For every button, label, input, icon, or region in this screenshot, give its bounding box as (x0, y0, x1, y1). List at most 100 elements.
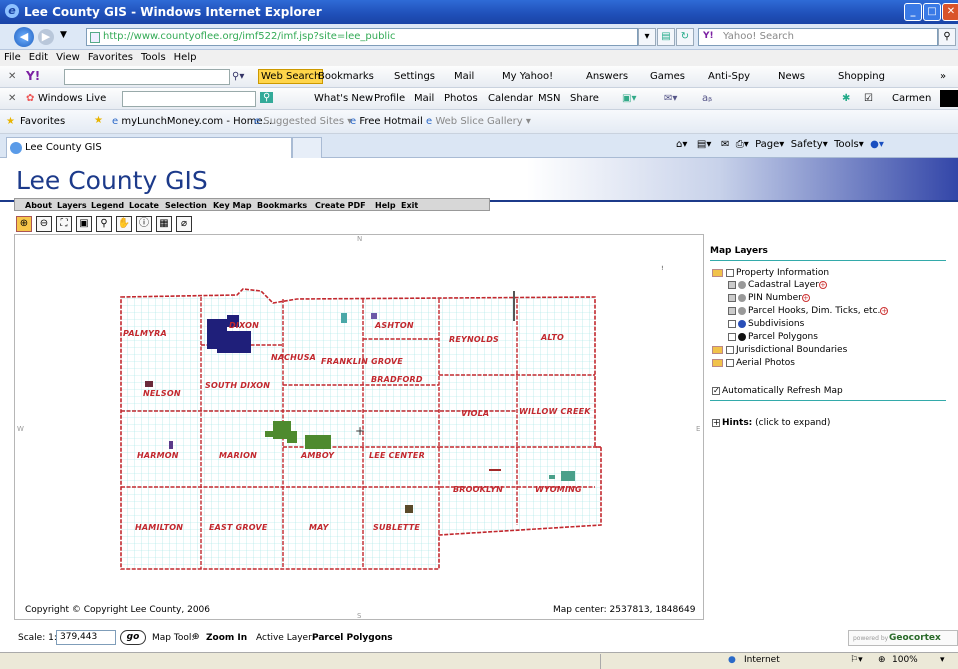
check-icon[interactable]: ☑ (864, 93, 873, 104)
menu-favorites[interactable]: Favorites (84, 50, 137, 63)
url-input[interactable]: http://www.countyoflee.org/imf522/imf.js… (86, 28, 638, 46)
home-icon[interactable]: ⌂▾ (676, 139, 687, 150)
map-canvas[interactable]: + ꜝ (15, 235, 705, 621)
clear-icon[interactable]: ⌀ (176, 216, 192, 232)
history-dropdown-icon[interactable]: ▼ (60, 30, 67, 40)
geocortex-logo[interactable]: powered by Geocortex (848, 630, 958, 646)
layer-subdivisions[interactable]: Subdivisions (728, 319, 804, 329)
hints-toggle[interactable]: + Hints: (click to expand) (712, 418, 830, 428)
favorites-button[interactable]: Favorites (20, 116, 65, 127)
favorite-mylunchmoney[interactable]: e myLunchMoney.com - Home... (112, 116, 272, 127)
layer-checkbox[interactable] (728, 332, 736, 341)
forward-button[interactable]: ▶ (38, 29, 54, 45)
search-icon[interactable]: ⚲ (938, 28, 956, 46)
live-search-input[interactable] (122, 91, 256, 107)
gis-menu-help[interactable]: Help (375, 201, 396, 210)
my-yahoo-button[interactable]: My Yahoo! (502, 71, 553, 82)
add-icon[interactable]: + (818, 280, 827, 289)
tab-lee-county-gis[interactable]: Lee County GIS (6, 137, 292, 158)
translate-icon[interactable]: aᵦ (702, 93, 712, 104)
news-button[interactable]: News (778, 71, 805, 82)
close-button[interactable]: ✕ (942, 3, 958, 21)
layer-checkbox[interactable] (728, 293, 736, 302)
layer-group-jurisdictional-boundaries[interactable]: Jurisdictional Boundaries (712, 345, 847, 355)
checkbox-checked-icon[interactable]: ✓ (712, 386, 720, 395)
layer-group-aerial-photos[interactable]: Aerial Photos (712, 358, 795, 368)
layer-pin-number[interactable]: PIN Number+ (728, 293, 810, 303)
favorite-free-hotmail[interactable]: e Free Hotmail (350, 116, 423, 127)
pan-icon[interactable]: ✋ (116, 216, 132, 232)
layer-checkbox[interactable] (728, 319, 736, 328)
yahoo-logo-icon[interactable]: Y! (26, 69, 40, 83)
info-icon[interactable] (738, 332, 746, 341)
menu-view[interactable]: View (52, 50, 84, 63)
gis-menu-create-pdf[interactable]: Create PDF (315, 201, 366, 210)
auto-refresh-checkbox[interactable]: ✓ Automatically Refresh Map (712, 386, 843, 396)
chevron-right-icon[interactable]: » (940, 71, 946, 82)
add-icon[interactable]: + (880, 306, 889, 315)
live-link-profile[interactable]: Profile (374, 93, 405, 104)
live-link-whats-new[interactable]: What's New (314, 93, 373, 104)
url-dropdown-icon[interactable]: ▾ (638, 28, 656, 46)
layer-parcel-hooks[interactable]: Parcel Hooks, Dim. Ticks, etc.+ (728, 306, 889, 316)
zoom-out-icon[interactable]: ⊖ (36, 216, 52, 232)
shopping-button[interactable]: Shopping (838, 71, 885, 82)
yahoo-search-input[interactable]: Y! Yahoo! Search (698, 28, 938, 46)
layer-checkbox[interactable] (726, 268, 734, 277)
info-icon[interactable] (738, 306, 746, 315)
bookmarks-button[interactable]: Bookmarks (318, 71, 374, 82)
layer-checkbox[interactable] (726, 345, 734, 354)
live-link-share[interactable]: Share (570, 93, 599, 104)
user-name[interactable]: Carmen (892, 93, 931, 104)
answers-button[interactable]: Answers (586, 71, 628, 82)
zoom-level[interactable]: 100% (892, 655, 918, 665)
refresh-icon[interactable]: ↻ (676, 28, 694, 46)
info-icon[interactable] (738, 319, 746, 328)
compatibility-icon[interactable]: ▤ (657, 28, 675, 46)
gis-menu-key-map[interactable]: Key Map (213, 201, 252, 210)
live-link-mail[interactable]: Mail (414, 93, 434, 104)
menu-tools[interactable]: Tools (137, 50, 170, 63)
close-toolbar-icon[interactable]: ✕ (8, 71, 16, 82)
gis-menu-exit[interactable]: Exit (401, 201, 418, 210)
favorite-suggested-sites[interactable]: e Suggested Sites ▾ (254, 116, 352, 127)
full-extent-icon[interactable]: ⛶ (56, 216, 72, 232)
expand-icon[interactable]: + (712, 418, 720, 427)
live-link-calendar[interactable]: Calendar (488, 93, 533, 104)
layer-parcel-polygons[interactable]: Parcel Polygons (728, 332, 818, 342)
search-icon[interactable]: ⚲ (260, 92, 274, 103)
zoom-in-icon[interactable]: ⊕ (16, 216, 32, 232)
anti-spy-button[interactable]: Anti-Spy (708, 71, 750, 82)
gis-menu-layers[interactable]: Layers (57, 201, 87, 210)
maximize-button[interactable]: □ (923, 3, 941, 21)
scale-input[interactable]: 379,443 (56, 630, 116, 645)
menu-help[interactable]: Help (170, 50, 201, 63)
layer-group-property-information[interactable]: Property Information (712, 268, 829, 278)
info-icon[interactable] (738, 293, 746, 302)
zoom-active-icon[interactable]: ▣ (76, 216, 92, 232)
gis-menu-selection[interactable]: Selection (165, 201, 207, 210)
favorite-web-slice-gallery[interactable]: e Web Slice Gallery ▾ (426, 116, 531, 127)
help-icon[interactable]: ●▾ (870, 139, 884, 150)
gis-menu-legend[interactable]: Legend (91, 201, 124, 210)
layer-checkbox[interactable] (728, 306, 736, 315)
mail-icon[interactable]: ✉▾ (664, 93, 677, 104)
messenger-icon[interactable]: ✱ (842, 93, 850, 104)
avatar[interactable] (940, 90, 958, 107)
tools-menu[interactable]: Tools (834, 139, 859, 150)
windows-live-label[interactable]: Windows Live (38, 93, 106, 104)
safety-menu[interactable]: Safety (791, 139, 823, 150)
games-button[interactable]: Games (650, 71, 685, 82)
print-icon[interactable]: ⎙▾ (736, 139, 749, 150)
settings-button[interactable]: Settings (394, 71, 435, 82)
zoom-previous-icon[interactable]: ⚲ (96, 216, 112, 232)
menu-edit[interactable]: Edit (25, 50, 52, 63)
query-icon[interactable]: ▦ (156, 216, 172, 232)
add-favorite-icon[interactable]: ★ (94, 115, 103, 126)
read-mail-icon[interactable]: ✉ (721, 139, 729, 150)
new-tab-button[interactable] (292, 137, 322, 158)
search-icon[interactable]: ⚲▾ (232, 71, 244, 82)
page-menu[interactable]: Page (755, 139, 779, 150)
minimize-button[interactable]: _ (904, 3, 922, 21)
add-icon[interactable]: + (801, 293, 810, 302)
